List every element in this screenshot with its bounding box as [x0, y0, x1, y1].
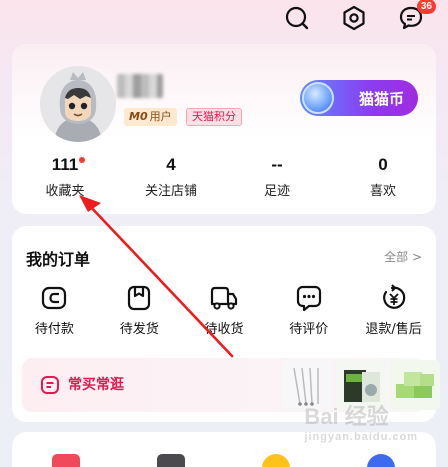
avatar[interactable]: [40, 66, 116, 142]
profile-card: M0 用户 天猫积分 猫猫币 111 收藏夹 4 关注店铺 -- 足迹 0 喜欢: [12, 44, 436, 214]
service-icon-red[interactable]: [52, 454, 80, 467]
service-icon-blue[interactable]: [367, 454, 395, 467]
orders-all-link[interactable]: 全部 >: [384, 248, 422, 265]
order-pending-shipment[interactable]: 待发货: [97, 284, 182, 337]
order-pending-receipt-label: 待收货: [204, 322, 244, 337]
tmall-points-tag[interactable]: 天猫积分: [186, 108, 242, 126]
search-icon[interactable]: [282, 3, 312, 33]
order-pending-review-label: 待评价: [289, 322, 329, 337]
coin-button[interactable]: 猫猫币: [300, 80, 418, 116]
list-icon: [41, 376, 59, 394]
member-level-tag: M0 用户: [124, 108, 177, 126]
stat-likes[interactable]: 0 喜欢: [330, 154, 436, 199]
stat-footprints[interactable]: -- 足迹: [224, 154, 330, 199]
watermark: Bai 经验 jingyan.baidu.com: [304, 399, 418, 443]
often-bought-label: 常买常逛: [68, 377, 124, 393]
stat-favorites[interactable]: 111 收藏夹: [12, 154, 118, 199]
member-level-text: 用户: [149, 110, 172, 123]
order-status-row: 待付款 待发货 待收货 待评价 退款/售后: [12, 284, 436, 337]
package-icon: [128, 285, 151, 311]
new-dot: [79, 157, 85, 163]
member-level: M0: [129, 110, 148, 123]
stat-followed-shops[interactable]: 4 关注店铺: [118, 154, 224, 199]
service-icon-yellow[interactable]: [262, 454, 290, 467]
settings-icon[interactable]: [339, 3, 369, 33]
stat-followed-shops-value: 4: [166, 155, 176, 174]
coin-icon: [302, 82, 334, 114]
wallet-icon: [42, 286, 67, 310]
order-pending-receipt[interactable]: 待收货: [182, 284, 267, 337]
stat-followed-shops-label: 关注店铺: [144, 184, 197, 199]
coin-button-label: 猫猫币: [358, 89, 404, 108]
stat-favorites-label: 收藏夹: [45, 184, 85, 199]
order-pending-payment-label: 待付款: [34, 322, 74, 337]
order-refund[interactable]: 退款/售后: [351, 284, 436, 337]
stat-likes-value: 0: [378, 155, 388, 174]
stats-row: 111 收藏夹 4 关注店铺 -- 足迹 0 喜欢: [12, 154, 436, 199]
username-blurred: [117, 74, 163, 98]
orders-card: 我的订单 全部 > 待付款 待发货 待收货 待评价 退款/售后 常买常逛: [12, 226, 440, 422]
stat-footprints-label: 足迹: [263, 184, 290, 199]
stat-footprints-value: --: [271, 155, 283, 174]
refund-icon: [382, 284, 405, 309]
truck-icon: [210, 286, 238, 310]
order-pending-shipment-label: 待发货: [119, 322, 159, 337]
watermark-main: Bai 经验: [304, 404, 389, 429]
stat-likes-label: 喜欢: [369, 184, 396, 199]
order-refund-label: 退款/售后: [365, 322, 422, 337]
messages-badge: 36: [416, 0, 436, 14]
order-pending-review[interactable]: 待评价: [266, 284, 351, 337]
order-pending-payment[interactable]: 待付款: [12, 284, 97, 337]
orders-title: 我的订单: [26, 250, 91, 269]
stat-favorites-value: 111: [51, 155, 79, 174]
messages-icon[interactable]: 36: [396, 0, 436, 33]
watermark-sub: jingyan.baidu.com: [304, 431, 418, 443]
service-icon-dark[interactable]: [157, 454, 185, 467]
comment-icon: [296, 285, 321, 312]
